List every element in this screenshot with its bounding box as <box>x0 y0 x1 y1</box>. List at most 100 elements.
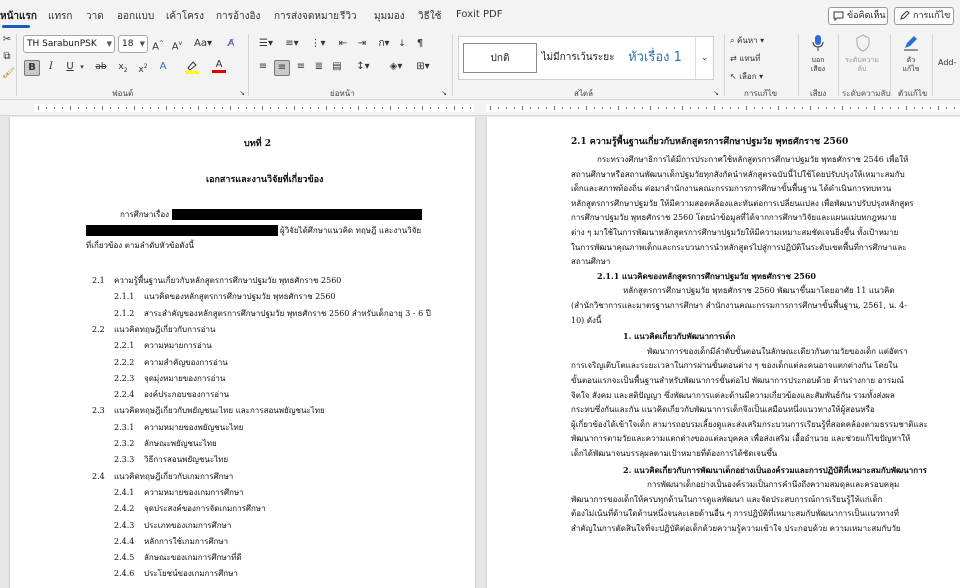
tab-help[interactable]: วิธีใช้ <box>418 9 441 24</box>
shading-icon[interactable]: ◈▾ <box>384 60 408 74</box>
shrink-font-icon[interactable]: Av <box>170 37 184 54</box>
toc-number: 2.2.1 <box>114 341 135 351</box>
show-marks-icon[interactable]: ¶ <box>414 37 426 51</box>
font-name-box[interactable]: TH SarabunPSK ▼ <box>23 35 115 53</box>
thai-justify-icon[interactable]: ▤ <box>330 60 344 74</box>
decrease-indent-icon[interactable]: ⇤ <box>336 37 350 51</box>
body-line: สำคัญในการตัดสินใจที่จะปฏิบัติต่อเด็กด้ว… <box>571 524 901 533</box>
align-left-icon[interactable]: ≡ <box>256 60 270 74</box>
horizontal-ruler[interactable] <box>0 100 960 116</box>
ruler-tick <box>246 107 247 109</box>
subscript-button[interactable]: x2 <box>116 60 130 78</box>
document-canvas[interactable]: บทที่ 2 เอกสารและงานวิจัยที่เกี่ยวข้อง ก… <box>0 117 960 588</box>
tab-insert[interactable]: แทรก <box>48 9 72 24</box>
comments-button[interactable]: ข้อคิดเห็น <box>828 7 888 25</box>
multilevel-list-icon[interactable]: ⋮▾ <box>308 37 328 51</box>
dialog-launcher-icon[interactable]: ↘ <box>440 86 448 100</box>
ruler-tick <box>666 107 667 109</box>
ruler-tick <box>342 107 343 109</box>
add-ins-button[interactable]: Add- <box>938 56 960 70</box>
bullets-icon[interactable]: ☰▾ <box>256 37 276 51</box>
tab-foxit-pdf[interactable]: Foxit PDF <box>456 9 502 20</box>
style-normal[interactable]: ปกติ <box>463 43 537 73</box>
ruler-tick <box>270 107 271 109</box>
format-painter-icon[interactable]: 🖌 <box>2 67 15 81</box>
superscript-button[interactable]: x2 <box>136 60 150 77</box>
ruler-tick <box>658 107 659 109</box>
toc-text: ประเภทของเกมการศึกษา <box>144 520 232 530</box>
group-label-font: ฟอนต์ <box>112 89 134 98</box>
ruler-tick <box>538 107 539 109</box>
tab-references[interactable]: การอ้างอิง <box>216 9 260 24</box>
dialog-launcher-icon[interactable]: ↘ <box>238 86 246 100</box>
document-page-right[interactable]: 2.1 ความรู้พื้นฐานเกี่ยวกับหลักสูตรการศึ… <box>487 117 960 588</box>
group-label-editor: ตัวแก้ไข <box>898 89 928 98</box>
sensitivity-icon[interactable] <box>848 34 878 52</box>
align-center-icon[interactable]: ≡ <box>274 60 290 76</box>
copy-icon[interactable]: ⧉ <box>2 50 12 64</box>
style-heading-1[interactable]: หัวเรื่อง 1 <box>619 43 691 73</box>
line-spacing-icon[interactable]: ↕▾ <box>352 60 374 74</box>
strikethrough-button[interactable]: ab <box>93 60 109 74</box>
body-line: ต่าง ๆ มาใช้ในการพัฒนาหลักสูตรการศึกษาปฐ… <box>571 228 899 237</box>
tab-mailings[interactable]: การส่งจดหมาย <box>274 9 339 24</box>
ruler-tick <box>882 107 883 109</box>
justify-icon[interactable]: ≣ <box>312 60 326 74</box>
ruler-tick <box>954 107 955 109</box>
body-line: สถานศึกษาหรือสถานพัฒนาเด็กปฐมวัยทุกสังกั… <box>571 169 905 179</box>
chevron-down-icon[interactable]: ▾ <box>78 60 86 74</box>
text-effects-icon[interactable]: A <box>156 60 170 74</box>
ruler-tick <box>374 107 375 109</box>
replace-button[interactable]: ⇄ แทนที่ <box>730 52 776 66</box>
ruler-tick <box>446 107 447 109</box>
ruler-tick <box>326 106 327 110</box>
style-no-spacing[interactable]: ไม่มีการเว้นระยะ <box>541 43 615 73</box>
font-size-box[interactable]: 18 ▼ <box>118 35 148 53</box>
ruler-tick <box>634 107 635 109</box>
dictate-button[interactable] <box>806 34 830 52</box>
ruler-tick <box>802 107 803 109</box>
change-case-icon[interactable]: Aa▾ <box>192 37 214 51</box>
body-line: เด็กได้พัฒนาจนบรรลุผลตามเป้าหมายที่ต้องก… <box>571 449 778 458</box>
italic-button[interactable]: I <box>45 60 57 74</box>
body-line: พัฒนาการตามวัยและความแตกต่างของแต่ละบุคค… <box>571 434 911 444</box>
ruler-tick <box>898 107 899 109</box>
toc-number: 2.4 <box>92 471 105 481</box>
chevron-down-icon[interactable]: ▼ <box>107 36 112 52</box>
tab-review[interactable]: รีวิว <box>340 9 357 24</box>
document-page-left[interactable]: บทที่ 2 เอกสารและงานวิจัยที่เกี่ยวข้อง ก… <box>10 117 475 588</box>
toc-number: 2.4.4 <box>114 536 135 546</box>
dialog-launcher-icon[interactable]: ↘ <box>712 86 720 100</box>
increase-indent-icon[interactable]: ⇥ <box>355 37 369 51</box>
editor-button[interactable] <box>900 34 922 52</box>
highlight-color-button[interactable] <box>184 60 200 74</box>
editing-mode-button[interactable]: การแก้ไข <box>894 7 954 25</box>
clear-formatting-icon[interactable]: A̸ <box>224 37 238 51</box>
toc-number: 2.4.5 <box>114 553 135 563</box>
tab-home[interactable]: หน้าแรก <box>0 9 37 24</box>
align-right-icon[interactable]: ≡ <box>294 60 308 74</box>
find-button[interactable]: ⌕ ค้นหา ▾ <box>730 34 776 48</box>
select-button[interactable]: ↖ เลือก ▾ <box>730 70 776 84</box>
grow-font-icon[interactable]: A^ <box>151 37 165 54</box>
styles-more-icon[interactable]: ⌄ <box>695 37 713 79</box>
ruler-tick <box>570 107 571 109</box>
tab-draw[interactable]: วาด <box>86 9 104 24</box>
cut-icon[interactable]: ✂ <box>2 33 12 47</box>
chevron-down-icon[interactable]: ▼ <box>140 36 145 52</box>
thai-distributed-icon[interactable]: ก▾ <box>374 37 394 51</box>
font-color-button[interactable]: A <box>212 60 226 73</box>
numbering-icon[interactable]: ≡▾ <box>282 37 302 51</box>
tab-view[interactable]: มุมมอง <box>374 9 405 24</box>
toc-number: 2.3.2 <box>114 439 135 448</box>
borders-icon[interactable]: ⊞▾ <box>412 60 434 74</box>
sort-icon[interactable]: ↓ <box>396 37 408 51</box>
ruler-tick <box>206 107 207 109</box>
tab-design[interactable]: ออกแบบ <box>117 9 154 24</box>
body-line: 1. แนวคิดเกี่ยวกับพัฒนาการเด็ก <box>623 331 736 342</box>
toc-text: แนวคิดทฤษฎีเกี่ยวกับเกมการศึกษา <box>114 471 234 481</box>
bold-button[interactable]: B <box>24 60 40 76</box>
tab-layout[interactable]: เค้าโครง <box>166 9 204 24</box>
underline-button[interactable]: U <box>63 60 77 74</box>
ruler-tick <box>506 107 507 109</box>
